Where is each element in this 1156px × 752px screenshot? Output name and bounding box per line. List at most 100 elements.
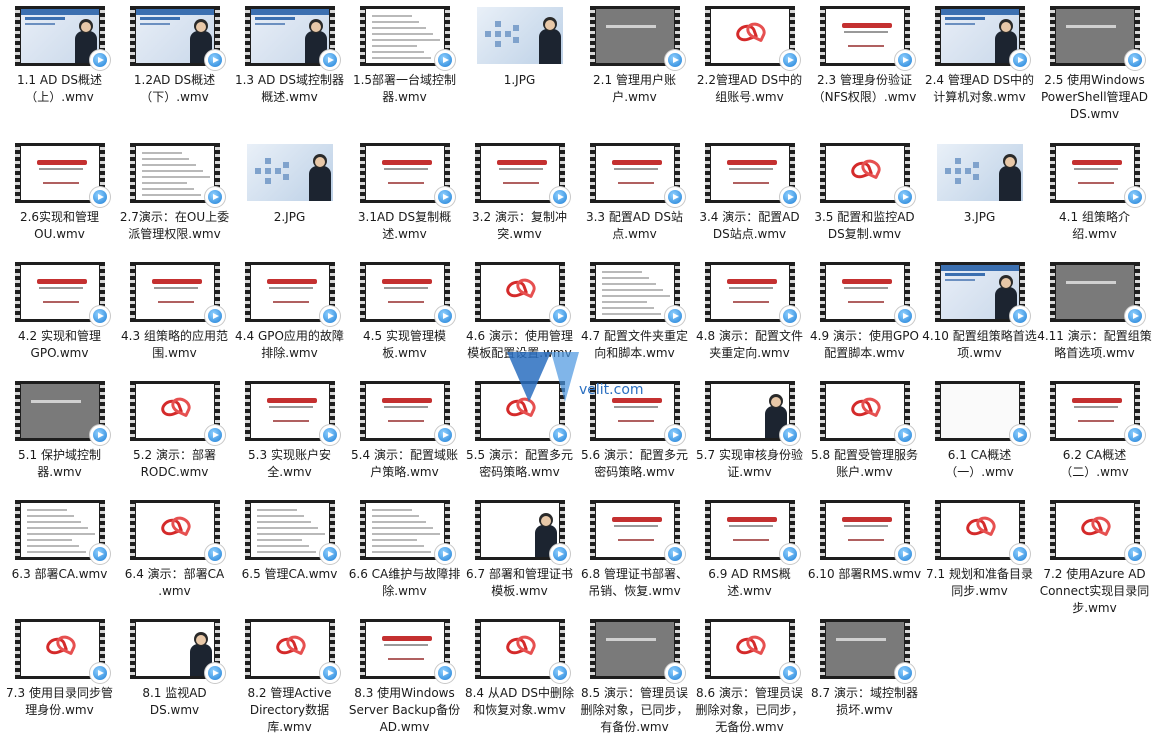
file-name-label: 2.5 使用Windows PowerShell管理AD DS.wmv — [1040, 73, 1148, 121]
file-name-label: 6.2 CA概述（二）.wmv — [1060, 448, 1129, 479]
file-name-label: 8.5 演示：管理员误删除对象，已同步，有备份.wmv — [580, 686, 689, 734]
media-player-icon — [320, 663, 340, 683]
file-name-label: 1.1 AD DS概述（上）.wmv — [16, 73, 103, 104]
file-name-label: 2.3 管理身份验证（NFS权限）.wmv — [812, 73, 917, 104]
file-name-label: 6.4 演示：部署CA .wmv — [124, 567, 225, 598]
file-name-label: 3.5 配置和监控AD DS复制.wmv — [814, 210, 915, 241]
media-player-icon — [1125, 425, 1145, 445]
file-name-label: 3.4 演示：配置AD DS站点.wmv — [699, 210, 800, 241]
file-name-label: 5.4 演示：配置域账户策略.wmv — [351, 448, 458, 479]
media-player-icon — [320, 306, 340, 326]
file-name-label: 8.4 从AD DS中删除和恢复对象.wmv — [464, 686, 575, 717]
media-player-icon — [320, 425, 340, 445]
media-player-icon — [895, 544, 915, 564]
media-player-icon — [1010, 425, 1030, 445]
file-thumbnail — [477, 7, 563, 64]
media-player-icon — [780, 306, 800, 326]
media-player-icon — [895, 306, 915, 326]
file-name-label: 6.9 AD RMS概述.wmv — [708, 567, 791, 598]
media-player-icon — [550, 544, 570, 564]
file-name-label: 8.3 使用Windows Server Backup备份AD.wmv — [348, 686, 461, 734]
file-name-label: 5.2 演示：部署RODC.wmv — [133, 448, 216, 479]
media-player-icon — [550, 663, 570, 683]
media-player-icon — [1125, 544, 1145, 564]
file-name-label: 1.JPG — [503, 73, 536, 87]
media-player-icon — [90, 663, 110, 683]
media-player-icon — [320, 50, 340, 70]
media-player-icon — [550, 187, 570, 207]
media-player-icon — [665, 187, 685, 207]
file-name-label: 4.9 演示：使用GPO配置脚本.wmv — [810, 329, 919, 360]
media-player-icon — [550, 306, 570, 326]
file-thumbnail — [937, 144, 1023, 201]
watermark-text: velit.com — [579, 382, 644, 398]
media-player-icon — [205, 306, 225, 326]
media-player-icon — [895, 187, 915, 207]
media-player-icon — [435, 425, 455, 445]
file-name-label: 2.4 管理AD DS中的计算机对象.wmv — [924, 73, 1035, 104]
file-name-label: 2.6实现和管理OU.wmv — [19, 210, 100, 241]
media-player-icon — [90, 306, 110, 326]
watermark-logo-icon — [507, 352, 551, 402]
media-player-icon — [435, 663, 455, 683]
media-player-icon — [550, 425, 570, 445]
media-player-icon — [895, 425, 915, 445]
media-player-icon — [895, 663, 915, 683]
media-player-icon — [780, 50, 800, 70]
media-player-icon — [1125, 187, 1145, 207]
media-player-icon — [435, 187, 455, 207]
media-player-icon — [665, 425, 685, 445]
file-name-label: 8.6 演示：管理员误删除对象，已同步，无备份.wmv — [695, 686, 804, 734]
file-name-label: 6.1 CA概述（一）.wmv — [945, 448, 1014, 479]
media-player-icon — [1010, 544, 1030, 564]
file-name-label: 6.3 部署CA.wmv — [11, 567, 108, 581]
file-name-label: 3.1AD DS复制概述.wmv — [357, 210, 452, 241]
file-name-label: 4.2 实现和管理GPO.wmv — [18, 329, 101, 360]
media-player-icon — [205, 187, 225, 207]
file-name-label: 6.8 管理证书部署、吊销、恢复.wmv — [581, 567, 688, 598]
media-player-icon — [665, 663, 685, 683]
media-player-icon — [780, 663, 800, 683]
file-name-label: 8.2 管理Active Directory数据库.wmv — [247, 686, 332, 734]
media-player-icon — [90, 50, 110, 70]
media-player-icon — [90, 187, 110, 207]
file-name-label: 3.3 配置AD DS站点.wmv — [585, 210, 684, 241]
media-player-icon — [435, 306, 455, 326]
file-name-label: 5.1 保护域控制器.wmv — [18, 448, 101, 479]
media-player-icon — [780, 544, 800, 564]
file-name-label: 4.1 组策略介绍.wmv — [1059, 210, 1130, 241]
file-name-label: 4.4 GPO应用的故障排除.wmv — [235, 329, 344, 360]
file-name-label: 1.5部署一台域控制器.wmv — [352, 73, 457, 104]
media-player-icon — [780, 187, 800, 207]
media-player-icon — [205, 425, 225, 445]
media-player-icon — [665, 544, 685, 564]
media-player-icon — [205, 50, 225, 70]
file-name-label: 1.3 AD DS域控制器概述.wmv — [234, 73, 345, 104]
media-player-icon — [435, 544, 455, 564]
file-name-label: 3.JPG — [963, 210, 996, 224]
file-name-label: 4.10 配置组策略首选项.wmv — [922, 329, 1037, 360]
file-name-label: 5.3 实现账户安全.wmv — [248, 448, 331, 479]
file-name-label: 2.JPG — [273, 210, 306, 224]
file-name-label: 5.7 实现审核身份验证.wmv — [696, 448, 803, 479]
media-player-icon — [205, 544, 225, 564]
file-name-label: 6.10 部署RMS.wmv — [807, 567, 922, 581]
file-name-label: 2.2管理AD DS中的组账号.wmv — [696, 73, 803, 104]
watermark: velit.com — [507, 352, 657, 406]
file-name-label: 4.8 演示：配置文件夹重定向.wmv — [696, 329, 803, 360]
media-player-icon — [320, 544, 340, 564]
file-name-label: 5.8 配置受管理服务账户.wmv — [811, 448, 918, 479]
file-name-label: 4.5 实现管理模板.wmv — [363, 329, 446, 360]
media-player-icon — [1125, 50, 1145, 70]
file-name-label: 6.5 管理CA.wmv — [241, 567, 338, 581]
file-name-label: 7.1 规划和准备目录同步.wmv — [926, 567, 1033, 598]
file-name-label: 2.1 管理用户账户.wmv — [593, 73, 676, 104]
media-player-icon — [435, 50, 455, 70]
file-name-label: 5.6 演示：配置多元密码策略.wmv — [581, 448, 688, 479]
media-player-icon — [1010, 50, 1030, 70]
file-name-label: 4.3 组策略的应用范围.wmv — [121, 329, 228, 360]
media-player-icon — [1010, 306, 1030, 326]
media-player-icon — [90, 544, 110, 564]
media-player-icon — [205, 663, 225, 683]
file-name-label: 2.7演示：在OU上委派管理权限.wmv — [119, 210, 230, 241]
